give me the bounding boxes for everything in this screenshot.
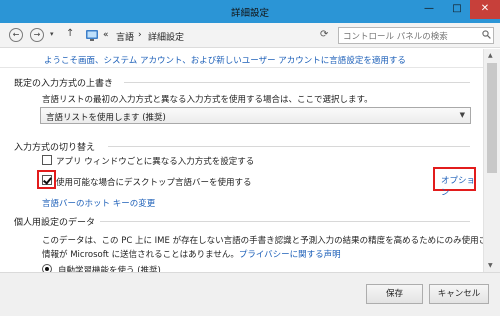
override-input-description: 言語リストの最初の入力方式と異なる入力方式を使用する場合は、ここで選択します。 [42, 95, 373, 105]
control-panel-icon [86, 30, 98, 41]
breadcrumb-separator[interactable]: › [138, 30, 142, 40]
section-title-switching: 入力方式の切り替え [14, 143, 96, 153]
section-title-personalization: 個人用設定のデータ [14, 218, 96, 228]
section-rule [100, 221, 470, 222]
back-button[interactable]: ← [9, 28, 23, 42]
chevron-down-icon: ▼ [459, 111, 465, 119]
maximize-button[interactable]: □ [444, 0, 470, 19]
close-button[interactable]: ✕ [470, 0, 500, 19]
desktop-language-bar-label: 使用可能な場合にデスクトップ言語バーを使用する [56, 178, 252, 188]
auto-learning-radio[interactable] [42, 264, 52, 272]
cancel-button[interactable]: キャンセル [429, 284, 489, 304]
divider [0, 67, 483, 68]
section-rule [108, 146, 470, 147]
recent-locations-dropdown[interactable]: ▾ [50, 30, 54, 38]
per-app-input-checkbox[interactable] [42, 155, 52, 165]
personalization-notice: 情報が Microsoft に送信されることはありません。プライバシーに関する声… [42, 248, 341, 260]
personalization-description: このデータは、この PC 上に IME が存在しない言語の手書き認識と予測入力の… [42, 236, 483, 246]
options-link[interactable]: オプション [441, 174, 483, 198]
navigation-bar: ← → ▾ ↑ « 言語 › 詳細設定 ⟳ [0, 23, 500, 48]
search-icon[interactable] [482, 30, 491, 39]
scroll-up-icon[interactable]: ▲ [488, 52, 493, 59]
breadcrumb-item-advanced[interactable]: 詳細設定 [148, 30, 184, 43]
notice-text: 情報が Microsoft に送信されることはありません。 [42, 250, 239, 260]
vertical-scrollbar[interactable]: ▲ ▼ [483, 49, 500, 272]
desktop-language-bar-checkbox[interactable] [42, 175, 52, 185]
auto-learning-label: 自動学習機能を使う (推奨) [58, 266, 161, 272]
up-button[interactable]: ↑ [66, 28, 74, 39]
refresh-icon[interactable]: ⟳ [320, 29, 328, 40]
dropdown-value: 言語リストを使用します (推奨) [46, 113, 166, 123]
settings-content: ようこそ画面、システム アカウント、および新しいユーザー アカウントに言語設定を… [0, 49, 483, 272]
minimize-button[interactable]: — [416, 0, 442, 19]
language-bar-hotkey-link[interactable]: 言語バーのホット キーの変更 [42, 197, 155, 209]
title-bar: 詳細設定 — □ ✕ [0, 0, 500, 23]
scroll-down-icon[interactable]: ▼ [488, 262, 493, 269]
save-button[interactable]: 保存 [366, 284, 423, 304]
scrollbar-thumb[interactable] [487, 63, 497, 173]
breadcrumb-overflow[interactable]: « [103, 30, 109, 40]
breadcrumb-item-language[interactable]: 言語 [116, 30, 134, 43]
privacy-statement-link[interactable]: プライバシーに関する声明 [239, 250, 341, 260]
section-rule [124, 82, 470, 83]
section-title-override-input: 既定の入力方式の上書き [14, 79, 114, 89]
forward-button[interactable]: → [30, 28, 44, 42]
per-app-input-label: アプリ ウィンドウごとに異なる入力方式を設定する [56, 157, 255, 167]
search-input[interactable] [338, 27, 494, 44]
apply-language-settings-link[interactable]: ようこそ画面、システム アカウント、および新しいユーザー アカウントに言語設定を… [44, 54, 406, 66]
input-method-dropdown[interactable]: 言語リストを使用します (推奨) ▼ [40, 107, 471, 124]
dialog-footer: 保存 キャンセル [0, 272, 500, 316]
